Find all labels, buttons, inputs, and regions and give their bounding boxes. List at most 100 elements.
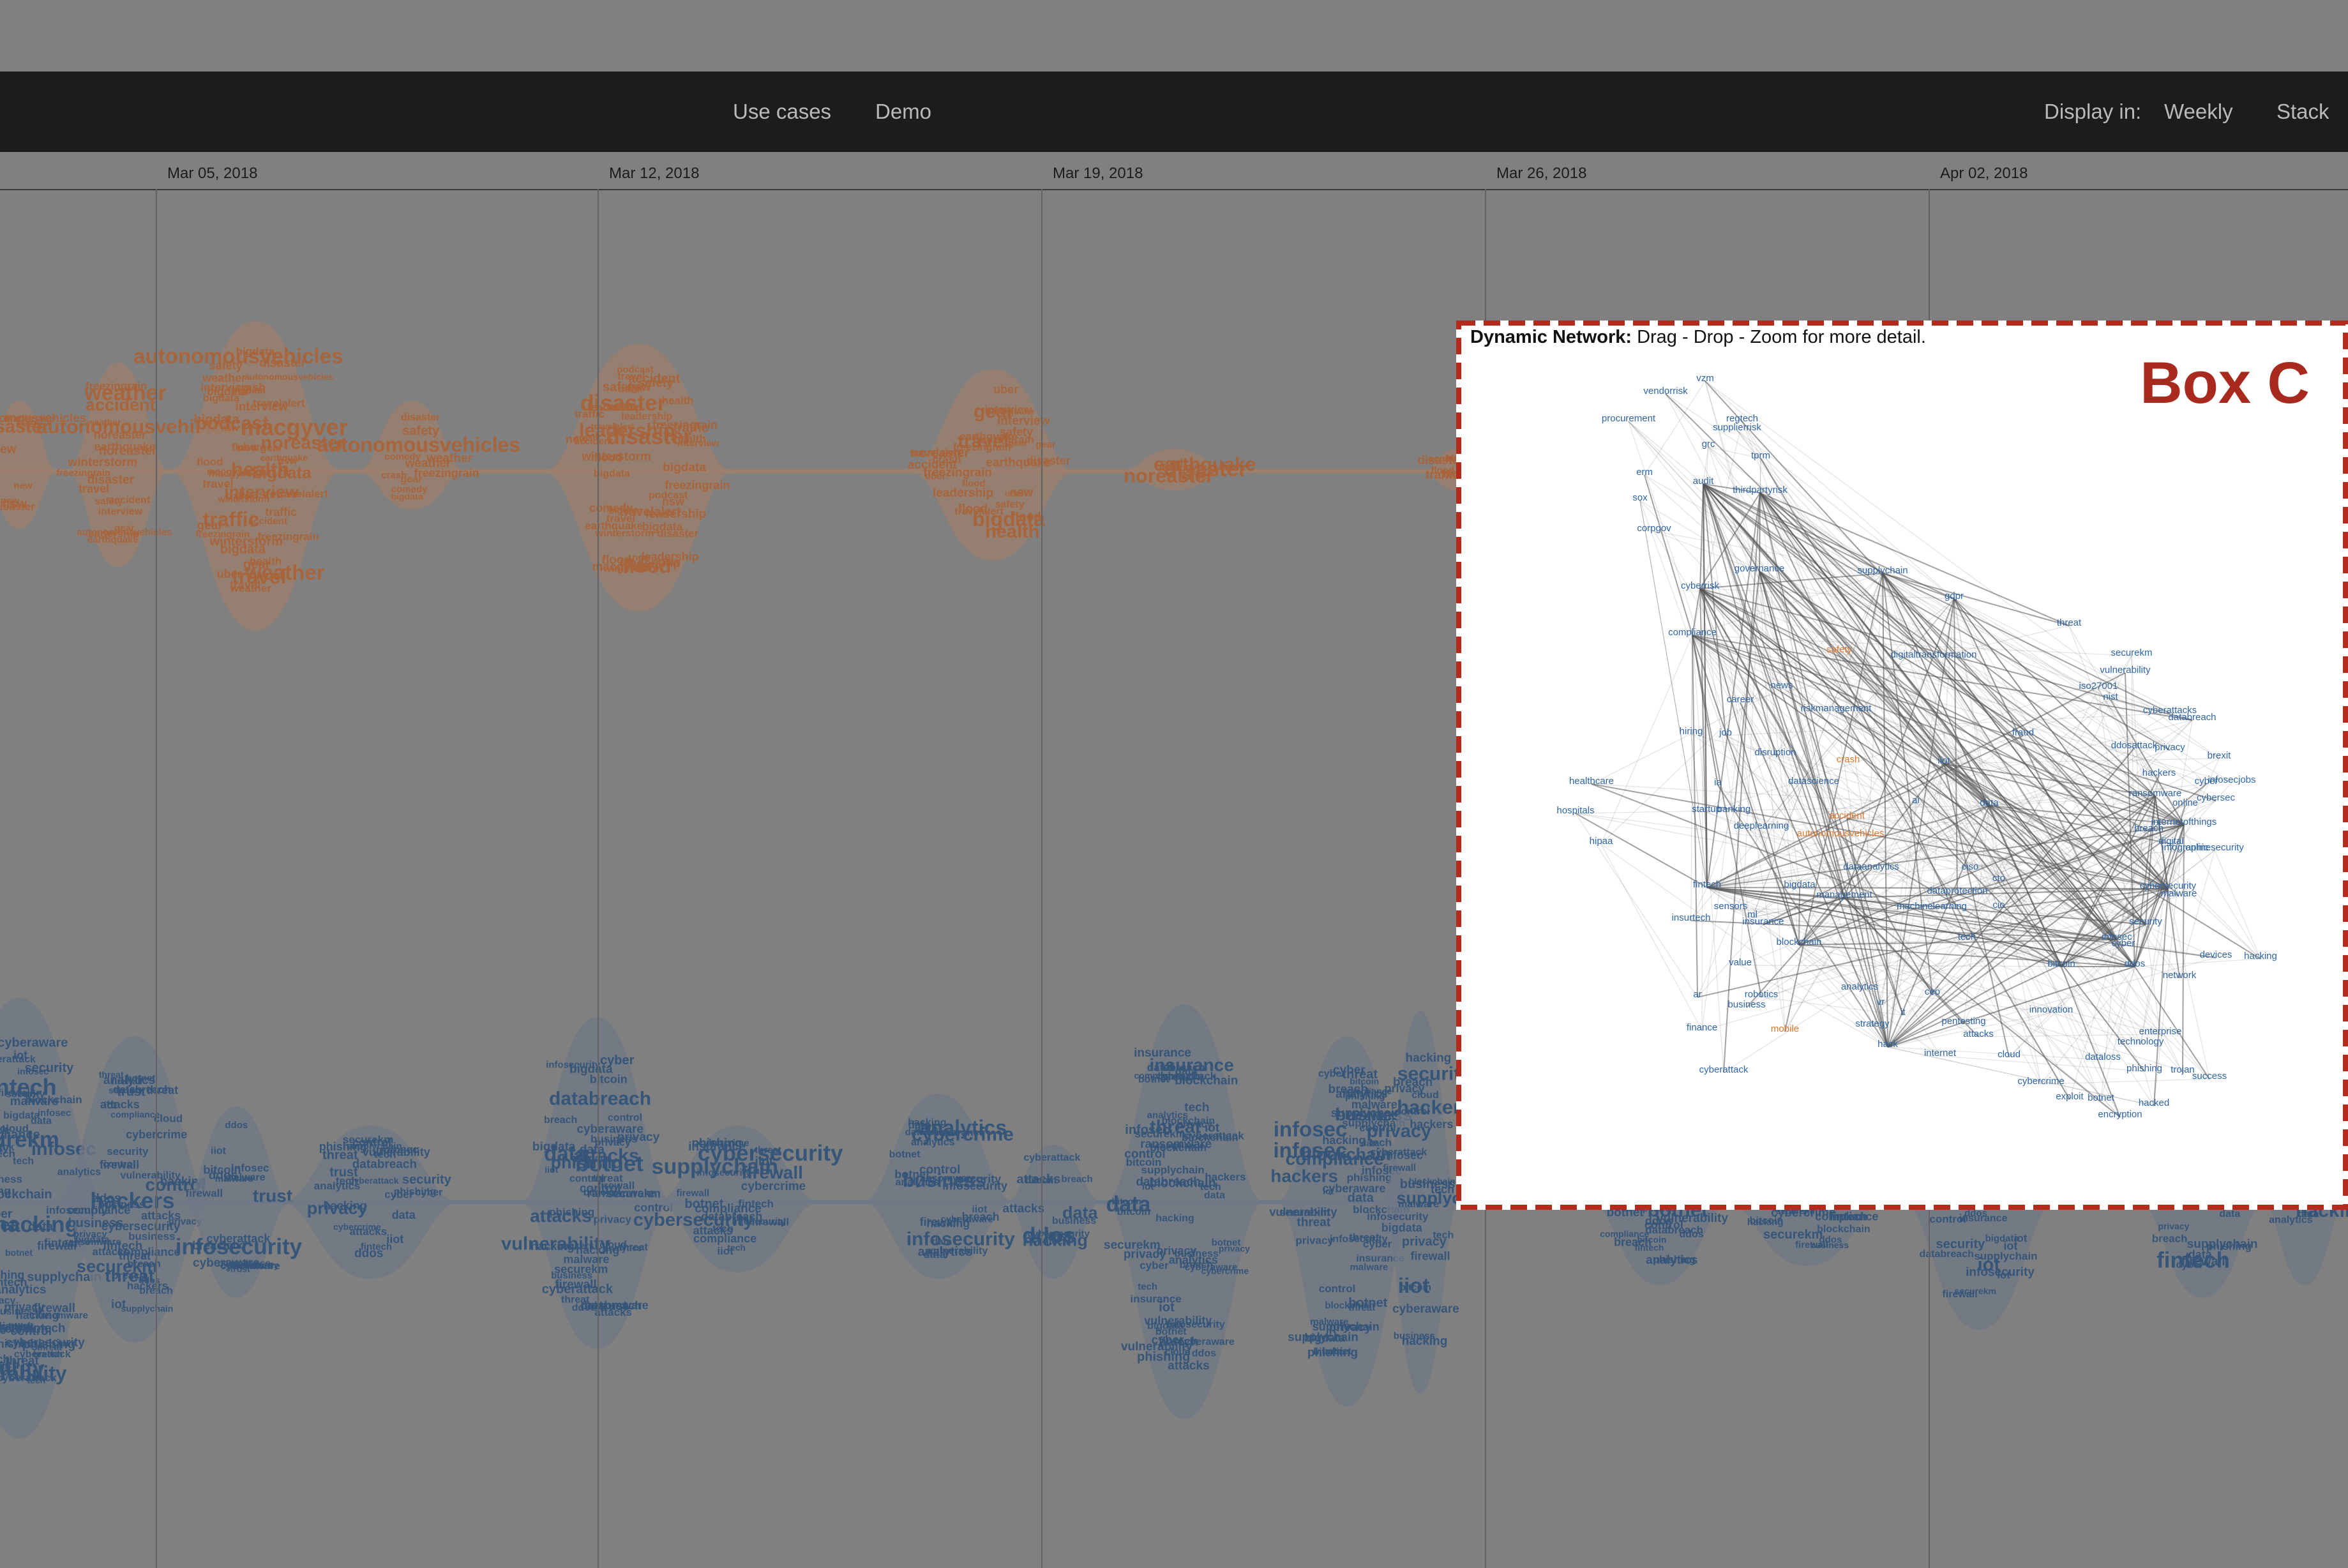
- network-node-label[interactable]: dataloss: [2085, 1052, 2121, 1062]
- network-node-label[interactable]: threat: [2057, 617, 2082, 628]
- network-node-label[interactable]: job: [1719, 727, 1732, 738]
- network-node-label[interactable]: cyber: [2112, 938, 2135, 949]
- network-node-label[interactable]: crash: [1837, 754, 1860, 765]
- network-node-label[interactable]: safety: [1826, 644, 1853, 655]
- network-node-label[interactable]: hipaa: [1590, 836, 1613, 847]
- network-node-label[interactable]: insurtech: [1672, 912, 1711, 923]
- network-node-label[interactable]: ar: [1693, 989, 1701, 1000]
- network-node-label[interactable]: governance: [1735, 563, 1784, 574]
- network-node-label[interactable]: success: [2192, 1071, 2227, 1082]
- network-node-label[interactable]: finance: [1687, 1022, 1717, 1033]
- network-node-label[interactable]: attacks: [1963, 1029, 1994, 1039]
- network-node-label[interactable]: hacking: [2244, 951, 2277, 961]
- network-node-label[interactable]: botnet: [2088, 1092, 2115, 1103]
- network-node-label[interactable]: hacked: [2139, 1097, 2169, 1108]
- network-node-label[interactable]: databreach: [2168, 712, 2216, 723]
- network-node-label[interactable]: blockchain: [1777, 937, 1822, 947]
- network-node-label[interactable]: iiot: [1938, 755, 1950, 766]
- network-node-label[interactable]: cyberrisk: [1681, 580, 1720, 591]
- network-node-label[interactable]: cloud: [1998, 1049, 2021, 1060]
- network-node-label[interactable]: ddos: [2125, 958, 2146, 969]
- network-node-label[interactable]: cybersec: [2197, 792, 2236, 803]
- stack-toggle[interactable]: Stack: [2277, 72, 2329, 152]
- network-node-label[interactable]: accident: [1829, 810, 1865, 821]
- network-node-label[interactable]: ia: [1714, 777, 1722, 788]
- network-node-label[interactable]: onlinesecurity: [2185, 842, 2244, 853]
- network-node-label[interactable]: strategy: [1855, 1018, 1890, 1029]
- network-node-label[interactable]: audit: [1693, 476, 1714, 486]
- network-node-label[interactable]: robotics: [1745, 989, 1779, 1000]
- network-node-label[interactable]: phishing: [2126, 1063, 2162, 1074]
- network-node-label[interactable]: vulnerability: [2100, 665, 2151, 675]
- network-node-label[interactable]: ciso: [1962, 861, 1979, 872]
- network-node-label[interactable]: it: [1900, 1007, 1906, 1018]
- network-node-label[interactable]: riskmanagement: [1801, 703, 1872, 714]
- network-node-label[interactable]: ddosattack: [2111, 740, 2158, 751]
- network-node-label[interactable]: machinelearning: [1897, 901, 1967, 912]
- network-node-label[interactable]: ceo: [1925, 986, 1940, 997]
- weekly-toggle[interactable]: Weekly: [2164, 72, 2233, 152]
- network-node-label[interactable]: cio: [1992, 900, 2005, 910]
- network-node-label[interactable]: network: [2163, 970, 2197, 981]
- nav-use-cases-link[interactable]: Use cases: [733, 72, 831, 152]
- network-node-label[interactable]: career: [1727, 694, 1754, 705]
- network-node-label[interactable]: healthcare: [1569, 776, 1614, 787]
- network-node-label[interactable]: enterprise: [2139, 1026, 2182, 1037]
- network-node-label[interactable]: deeplearning: [1734, 820, 1789, 831]
- network-node-label[interactable]: vendorrisk: [1643, 386, 1688, 396]
- network-node-label[interactable]: infosecjobs: [2208, 774, 2255, 785]
- network-node-label[interactable]: cybercrime: [2017, 1076, 2064, 1087]
- network-node-label[interactable]: online: [2172, 797, 2198, 808]
- network-node-label[interactable]: pentesting: [1941, 1016, 1985, 1027]
- network-node-label[interactable]: grc: [1702, 439, 1715, 449]
- network-node-label[interactable]: erm: [1636, 467, 1653, 478]
- network-node-label[interactable]: supplierrisk: [1713, 422, 1761, 433]
- network-node-label[interactable]: iso27001: [2079, 681, 2118, 691]
- network-node-label[interactable]: cto: [1992, 873, 2005, 884]
- network-node-label[interactable]: fraud: [2012, 727, 2034, 738]
- network-node-label[interactable]: supplychain: [1857, 565, 1908, 576]
- network-node-label[interactable]: sox: [1632, 492, 1648, 503]
- network-graph[interactable]: vzmvendorriskregtechprocurementsupplierr…: [1456, 320, 2348, 1210]
- network-node-label[interactable]: datascience: [1788, 776, 1839, 787]
- network-node-label[interactable]: brexit: [2208, 750, 2232, 761]
- network-node-label[interactable]: devices: [2200, 949, 2232, 960]
- network-node-label[interactable]: internet: [1924, 1048, 1957, 1059]
- network-node-label[interactable]: innovation: [2029, 1004, 2073, 1015]
- network-node-label[interactable]: tprm: [1751, 450, 1770, 461]
- network-node-label[interactable]: gdpr: [1945, 591, 1964, 601]
- network-node-label[interactable]: malware: [2161, 888, 2197, 899]
- network-node-label[interactable]: analytics: [1841, 981, 1878, 992]
- network-node-label[interactable]: breach: [2134, 823, 2164, 834]
- network-node-label[interactable]: business: [1727, 999, 1765, 1010]
- network-node-label[interactable]: privacy: [2155, 742, 2185, 753]
- network-node-label[interactable]: corpgov: [1637, 523, 1671, 534]
- network-node-label[interactable]: vr: [1877, 997, 1885, 1007]
- network-node-label[interactable]: trojan: [2171, 1064, 2195, 1075]
- network-node-label[interactable]: security: [2129, 916, 2162, 927]
- network-node-label[interactable]: tech: [1958, 931, 1976, 942]
- network-node-label[interactable]: dataprotection: [1927, 886, 1987, 896]
- network-node-label[interactable]: cyberattack: [1699, 1064, 1749, 1075]
- network-node-label[interactable]: hiring: [1680, 726, 1703, 737]
- network-node-label[interactable]: thirdpartyrisk: [1733, 485, 1787, 495]
- network-node-label[interactable]: dataanalytics: [1843, 861, 1899, 872]
- network-node-label[interactable]: encryption: [2098, 1109, 2142, 1120]
- network-node-label[interactable]: autonomousvehicles: [1797, 828, 1885, 839]
- network-node-label[interactable]: ai: [1912, 795, 1920, 806]
- network-node-label[interactable]: exploit: [2056, 1091, 2084, 1102]
- network-node-label[interactable]: securekm: [2111, 647, 2152, 658]
- network-node-label[interactable]: bitcoin: [2047, 958, 2075, 969]
- network-node-label[interactable]: nist: [2103, 691, 2118, 702]
- network-node-label[interactable]: procurement: [1602, 413, 1656, 424]
- network-node-label[interactable]: vzm: [1696, 373, 1714, 384]
- network-node-label[interactable]: hackers: [2142, 767, 2176, 778]
- network-node-label[interactable]: sensors: [1714, 901, 1748, 912]
- network-node-label[interactable]: data: [1980, 797, 1999, 808]
- network-node-label[interactable]: mobile: [1771, 1023, 1799, 1034]
- network-node-label[interactable]: bigdata: [1784, 879, 1816, 890]
- network-node-label[interactable]: compliance: [1668, 627, 1717, 638]
- network-node-label[interactable]: banking: [1717, 804, 1751, 815]
- network-node-label[interactable]: fintech: [1693, 879, 1721, 890]
- network-node-label[interactable]: insurance: [1742, 916, 1784, 927]
